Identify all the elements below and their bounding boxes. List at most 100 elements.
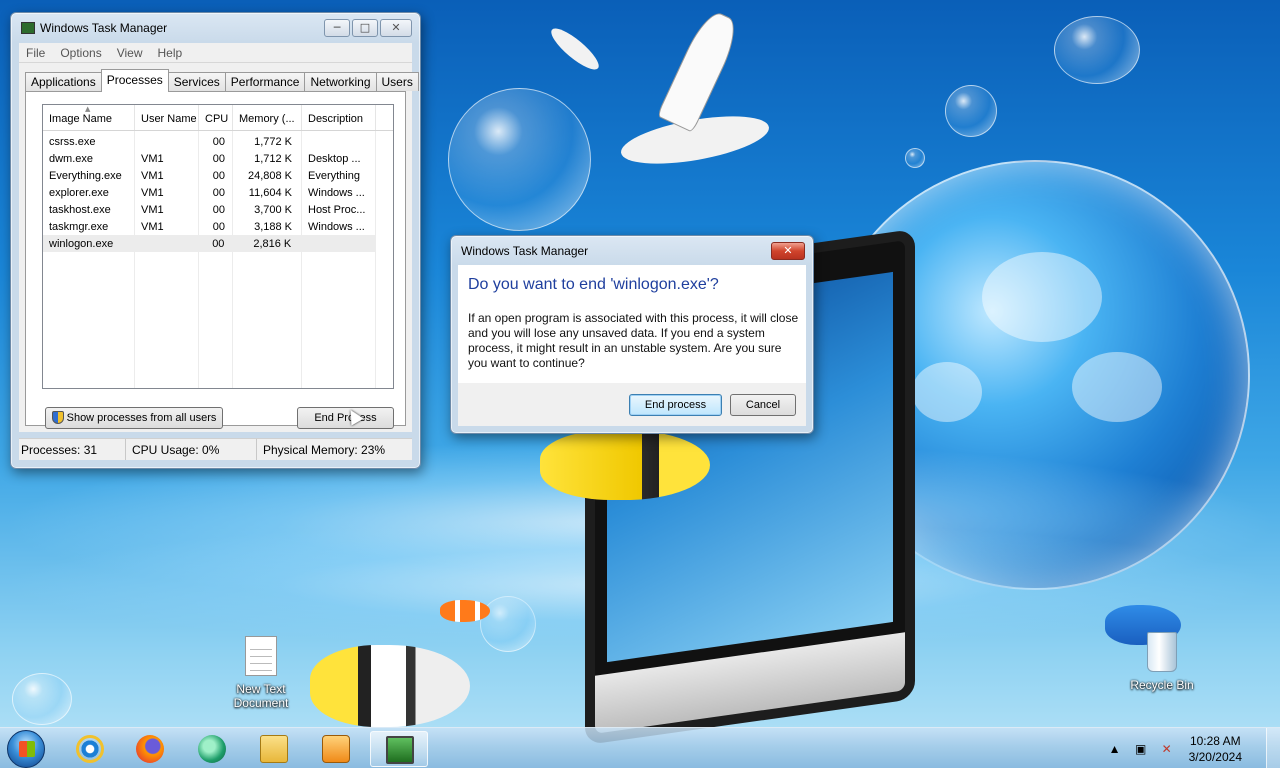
cell-description: Windows ... xyxy=(308,186,365,199)
cell-cpu: 00 xyxy=(212,203,225,216)
table-row[interactable]: taskhost.exe VM1 00 3,700 K Host Proc... xyxy=(43,201,393,218)
cell-cpu: 00 xyxy=(212,186,225,199)
tab-applications[interactable]: Applications xyxy=(25,72,102,91)
cell-user-name: VM1 xyxy=(141,152,164,165)
clock[interactable]: 10:28 AM 3/20/2024 xyxy=(1189,733,1242,765)
show-desktop-button[interactable] xyxy=(1266,728,1280,768)
maximize-button[interactable]: □ xyxy=(352,19,378,37)
clock-time: 10:28 AM xyxy=(1189,733,1241,748)
cell-cpu: 00 xyxy=(212,220,225,233)
cell-memory: 3,700 K xyxy=(254,203,292,216)
globe-bubble-decoration xyxy=(820,160,1250,590)
cell-cpu: 00 xyxy=(212,152,225,165)
table-row[interactable]: dwm.exe VM1 00 1,712 K Desktop ... xyxy=(43,150,393,167)
table-row-selected[interactable]: winlogon.exe 00 2,816 K xyxy=(43,235,375,252)
tab-performance[interactable]: Performance xyxy=(224,72,306,91)
column-header-cpu[interactable]: CPU xyxy=(199,105,233,130)
close-button[interactable]: ✕ xyxy=(380,19,412,37)
show-all-processes-label: Show processes from all users xyxy=(66,412,217,424)
dialog-caption-buttons: ✕ xyxy=(769,242,805,260)
tab-users[interactable]: Users xyxy=(375,72,419,91)
cell-memory: 1,772 K xyxy=(254,135,292,148)
text-document-icon xyxy=(245,636,277,676)
confirm-end-process-button[interactable]: End process xyxy=(629,394,722,416)
cell-user-name: VM1 xyxy=(141,203,164,216)
cell-memory: 24,808 K xyxy=(247,169,292,182)
menu-options[interactable]: Options xyxy=(53,46,109,60)
task-manager-body: Applications Processes Services Performa… xyxy=(19,63,419,432)
menu-help[interactable]: Help xyxy=(151,46,191,60)
process-list-header: ▲ Image Name User Name CPU Memory (... D… xyxy=(43,105,393,131)
cell-image-name: winlogon.exe xyxy=(49,237,114,250)
taskbar-internet-explorer[interactable] xyxy=(64,731,116,767)
cancel-button[interactable]: Cancel xyxy=(730,394,796,416)
table-row[interactable]: taskmgr.exe VM1 00 3,188 K Windows ... xyxy=(43,218,393,235)
show-all-processes-button[interactable]: Show processes from all users xyxy=(45,407,223,429)
firefox-icon xyxy=(136,735,164,763)
column-header-user-name[interactable]: User Name xyxy=(135,105,199,130)
volume-muted-icon[interactable]: ✕ xyxy=(1159,742,1175,756)
tab-strip: Applications Processes Services Performa… xyxy=(25,69,419,92)
menu-file[interactable]: File xyxy=(19,46,53,60)
tab-processes[interactable]: Processes xyxy=(100,69,169,92)
cell-memory: 11,604 K xyxy=(248,186,292,199)
desktop-icon-label: Recycle Bin xyxy=(1130,678,1194,692)
taskbar-everything[interactable] xyxy=(186,731,238,767)
cell-memory: 2,816 K xyxy=(253,237,292,250)
desktop-icon-new-text-document[interactable]: New Text Document xyxy=(216,636,306,710)
recycle-bin-icon xyxy=(1147,632,1177,672)
minimize-button[interactable]: ─ xyxy=(324,19,350,37)
file-explorer-icon xyxy=(260,735,288,763)
processes-panel: ▲ Image Name User Name CPU Memory (... D… xyxy=(25,91,406,429)
show-hidden-icons-chevron-icon[interactable]: ▲ xyxy=(1107,742,1123,756)
cell-memory: 3,188 K xyxy=(254,220,292,233)
table-row[interactable]: Everything.exe VM1 00 24,808 K Everythin… xyxy=(43,167,393,184)
tab-services[interactable]: Services xyxy=(167,72,226,91)
network-icon[interactable]: ▣ xyxy=(1133,742,1149,756)
desktop-icon-label: New Text Document xyxy=(233,682,289,710)
status-physical-memory: Physical Memory: 23% xyxy=(263,443,386,457)
dialog-content: Do you want to end 'winlogon.exe'? If an… xyxy=(458,265,806,383)
cell-user-name: VM1 xyxy=(141,220,164,233)
taskbar-media-player[interactable] xyxy=(310,731,362,767)
table-row[interactable]: explorer.exe VM1 00 11,604 K Windows ... xyxy=(43,184,393,201)
dialog-close-button[interactable]: ✕ xyxy=(771,242,805,260)
cell-memory: 1,712 K xyxy=(254,152,292,165)
taskbar-task-manager[interactable] xyxy=(370,731,428,767)
status-processes: Processes: 31 xyxy=(19,439,126,460)
sort-ascending-icon: ▲ xyxy=(85,105,91,113)
status-cpu-usage: CPU Usage: 0% xyxy=(126,439,257,460)
cell-cpu: 00 xyxy=(212,169,225,182)
task-manager-window: Windows Task Manager ─ □ ✕ File Options … xyxy=(10,12,421,469)
cell-image-name: explorer.exe xyxy=(49,186,109,199)
media-player-icon xyxy=(322,735,350,763)
everything-search-icon xyxy=(198,735,226,763)
desktop-icon-recycle-bin[interactable]: Recycle Bin xyxy=(1117,632,1207,692)
dialog-title: Windows Task Manager xyxy=(461,244,589,258)
uac-shield-icon xyxy=(51,411,64,424)
end-process-button[interactable]: End Process xyxy=(297,407,394,429)
taskbar-firefox[interactable] xyxy=(124,731,176,767)
end-process-dialog: Windows Task Manager ✕ Do you want to en… xyxy=(450,235,814,434)
cell-cpu: 00 xyxy=(212,237,225,250)
menu-view[interactable]: View xyxy=(110,46,151,60)
column-header-description[interactable]: Description xyxy=(302,105,376,130)
table-row[interactable]: csrss.exe 00 1,772 K xyxy=(43,133,393,150)
dialog-button-bar: End process Cancel xyxy=(458,383,806,426)
taskbar: ▲ ▣ ✕ 10:28 AM 3/20/2024 xyxy=(0,727,1280,768)
window-title: Windows Task Manager xyxy=(21,21,167,35)
clock-date: 3/20/2024 xyxy=(1188,749,1242,764)
system-tray: ▲ ▣ ✕ 10:28 AM 3/20/2024 xyxy=(1107,728,1280,768)
window-title-text: Windows Task Manager xyxy=(40,21,168,35)
tab-networking[interactable]: Networking xyxy=(304,72,377,91)
column-header-filler xyxy=(376,105,393,130)
cell-image-name: csrss.exe xyxy=(49,135,96,148)
caption-buttons: ─ □ ✕ xyxy=(322,19,412,37)
status-bar: Processes: 31 CPU Usage: 0% Physical Mem… xyxy=(19,438,412,460)
menu-bar: File Options View Help xyxy=(19,43,412,63)
taskbar-file-explorer[interactable] xyxy=(248,731,300,767)
cell-description: Windows ... xyxy=(308,220,365,233)
start-button[interactable] xyxy=(7,730,45,768)
process-list[interactable]: ▲ Image Name User Name CPU Memory (... D… xyxy=(42,104,394,389)
column-header-memory[interactable]: Memory (... xyxy=(233,105,302,130)
